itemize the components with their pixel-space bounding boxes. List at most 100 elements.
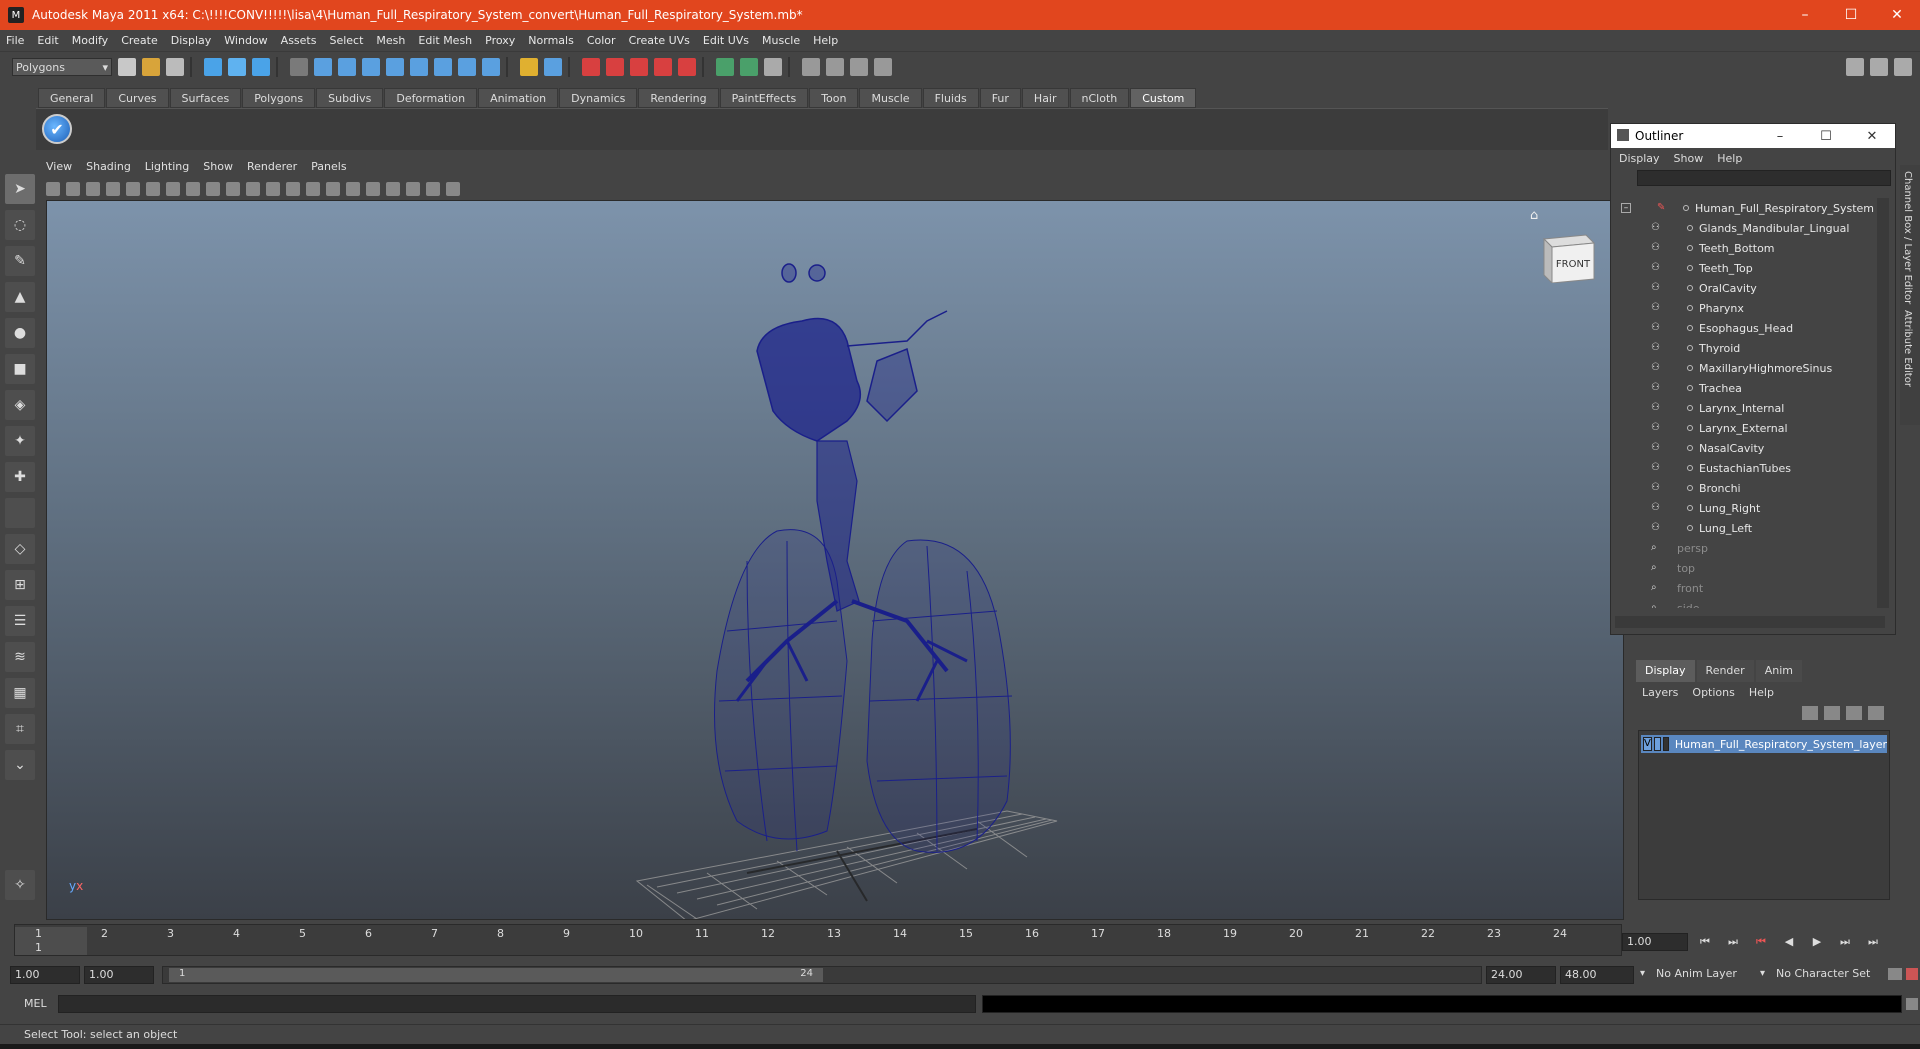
outliner-layout-icon[interactable]: ☰	[5, 606, 35, 636]
layer-row[interactable]: V Human_Full_Respiratory_System_layer	[1641, 735, 1887, 753]
chevron-down-icon[interactable]: ▾	[1760, 968, 1765, 979]
snap-curve-icon[interactable]	[606, 58, 624, 76]
last-tool-icon[interactable]	[5, 498, 35, 528]
wireframe-mode-icon[interactable]	[266, 182, 280, 196]
menu-set-dropdown[interactable]: Polygons ▾	[12, 58, 112, 76]
viewport-menu-renderer[interactable]: Renderer	[247, 160, 297, 178]
xray-icon[interactable]	[326, 182, 340, 196]
paint-select-tool-icon[interactable]: ✎	[5, 246, 35, 276]
select-surfaces-icon[interactable]	[386, 58, 404, 76]
outliner-item[interactable]: ⚇ NasalCavity	[1615, 438, 1887, 458]
hypershade-layout-icon[interactable]: ▦	[5, 678, 35, 708]
gate-mask-icon[interactable]	[186, 182, 200, 196]
move-tool-icon[interactable]: ▲	[5, 282, 35, 312]
make-live-icon[interactable]	[678, 58, 696, 76]
select-deformations-icon[interactable]	[410, 58, 428, 76]
viewport-menu-view[interactable]: View	[46, 160, 72, 178]
camera-attributes-icon[interactable]	[66, 182, 80, 196]
menu-help[interactable]: Help	[813, 34, 838, 47]
select-tool-icon[interactable]: ➤	[5, 174, 35, 204]
layer-playback-toggle[interactable]	[1653, 737, 1661, 751]
new-layer-icon[interactable]	[1846, 706, 1862, 720]
new-scene-icon[interactable]	[118, 58, 136, 76]
snap-grid-icon[interactable]	[582, 58, 600, 76]
field-chart-icon[interactable]	[206, 182, 220, 196]
outliner-menu-help[interactable]: Help	[1717, 152, 1742, 165]
show-tool-settings-icon[interactable]	[1870, 58, 1888, 76]
select-handles-icon[interactable]	[314, 58, 332, 76]
menu-create-uvs[interactable]: Create UVs	[629, 34, 690, 47]
shelf-tab-fur[interactable]: Fur	[979, 88, 1021, 108]
menu-mesh[interactable]: Mesh	[376, 34, 405, 47]
select-component-icon[interactable]	[252, 58, 270, 76]
show-attribute-editor-icon[interactable]	[1846, 58, 1864, 76]
playback-start-field[interactable]: 1.00	[84, 966, 154, 984]
construction-history-icon[interactable]	[764, 58, 782, 76]
input-ops-icon[interactable]	[716, 58, 734, 76]
single-perspective-layout-icon[interactable]: ◇	[5, 534, 35, 564]
wireframe-on-shaded-icon[interactable]	[306, 182, 320, 196]
outliner-item[interactable]: ⚇ Bronchi	[1615, 478, 1887, 498]
outliner-item[interactable]: ⚇ Larynx_External	[1615, 418, 1887, 438]
outliner-camera-item[interactable]: ⌕ top	[1615, 558, 1887, 578]
outliner-item[interactable]: ⚇ Lung_Right	[1615, 498, 1887, 518]
time-slider[interactable]: 1 2 3 4 5 6 7 8 9 10 11 12 13 14 15 16 1…	[14, 924, 1622, 956]
shelf-tab-hair[interactable]: Hair	[1021, 88, 1069, 108]
outliner-minimize-button[interactable]: –	[1757, 124, 1803, 148]
layer-menu-options[interactable]: Options	[1692, 686, 1734, 699]
checkmark-icon[interactable]: ✔	[42, 114, 72, 144]
go-to-start-button[interactable]: ⏮	[1694, 933, 1716, 951]
outliner-filter-input[interactable]	[1637, 170, 1891, 186]
outliner-item[interactable]: ⚇ EustachianTubes	[1615, 458, 1887, 478]
outliner-item[interactable]: ⚇ Thyroid	[1615, 338, 1887, 358]
animation-preferences-icon[interactable]	[1906, 968, 1918, 980]
outliner-item[interactable]: ⚇ Pharynx	[1615, 298, 1887, 318]
chevron-down-icon[interactable]: ▾	[1640, 968, 1645, 979]
playback-end-field[interactable]: 24.00	[1486, 966, 1556, 984]
snap-point-icon[interactable]	[630, 58, 648, 76]
render-settings-icon[interactable]	[874, 58, 892, 76]
command-input[interactable]	[58, 995, 976, 1013]
move-layer-up-icon[interactable]	[1802, 706, 1818, 720]
mel-label[interactable]: MEL	[24, 997, 47, 1010]
viewport-menu-lighting[interactable]: Lighting	[145, 160, 189, 178]
play-forwards-button[interactable]: ▶	[1806, 933, 1828, 951]
outliner-item[interactable]: ⚇ Teeth_Bottom	[1615, 238, 1887, 258]
menu-file[interactable]: File	[6, 34, 24, 47]
bookmark-icon[interactable]	[86, 182, 100, 196]
frame-all-icon[interactable]	[426, 182, 440, 196]
step-back-frame-button[interactable]: ⏮	[1750, 933, 1772, 951]
outliner-item[interactable]: ⚇ Esophagus_Head	[1615, 318, 1887, 338]
shelf-tab-curves[interactable]: Curves	[106, 88, 169, 108]
universal-manipulator-icon[interactable]: ◈	[5, 390, 35, 420]
lock-selection-icon[interactable]	[520, 58, 538, 76]
perspective-viewport[interactable]: yx	[46, 200, 1624, 920]
smooth-shade-icon[interactable]	[286, 182, 300, 196]
menu-muscle[interactable]: Muscle	[762, 34, 800, 47]
shadows-icon[interactable]	[386, 182, 400, 196]
script-editor-icon[interactable]	[1906, 998, 1918, 1010]
lasso-tool-icon[interactable]: ◌	[5, 210, 35, 240]
shelf-tab-rendering[interactable]: Rendering	[638, 88, 719, 108]
script-layout-icon[interactable]: ⌗	[5, 714, 35, 744]
home-icon[interactable]: ⌂	[1530, 208, 1538, 223]
rotate-tool-icon[interactable]: ●	[5, 318, 35, 348]
outliner-camera-item[interactable]: ⌕ front	[1615, 578, 1887, 598]
step-forward-frame-button[interactable]: ⏭	[1834, 933, 1856, 951]
grid-toggle-icon[interactable]	[126, 182, 140, 196]
menu-edit-mesh[interactable]: Edit Mesh	[418, 34, 472, 47]
menu-modify[interactable]: Modify	[72, 34, 108, 47]
select-dynamics-icon[interactable]	[434, 58, 452, 76]
select-hierarchy-icon[interactable]	[204, 58, 222, 76]
render-view-icon[interactable]	[802, 58, 820, 76]
outliner-horizontal-scrollbar[interactable]	[1615, 616, 1885, 628]
select-misc-icon[interactable]	[482, 58, 500, 76]
menu-select[interactable]: Select	[329, 34, 363, 47]
outliner-item[interactable]: ⚇ Teeth_Top	[1615, 258, 1887, 278]
viewport-menu-show[interactable]: Show	[203, 160, 233, 178]
open-scene-icon[interactable]	[142, 58, 160, 76]
highlight-selection-icon[interactable]	[544, 58, 562, 76]
menu-color[interactable]: Color	[587, 34, 616, 47]
menu-window[interactable]: Window	[224, 34, 267, 47]
outliner-vertical-scrollbar[interactable]	[1877, 198, 1889, 608]
